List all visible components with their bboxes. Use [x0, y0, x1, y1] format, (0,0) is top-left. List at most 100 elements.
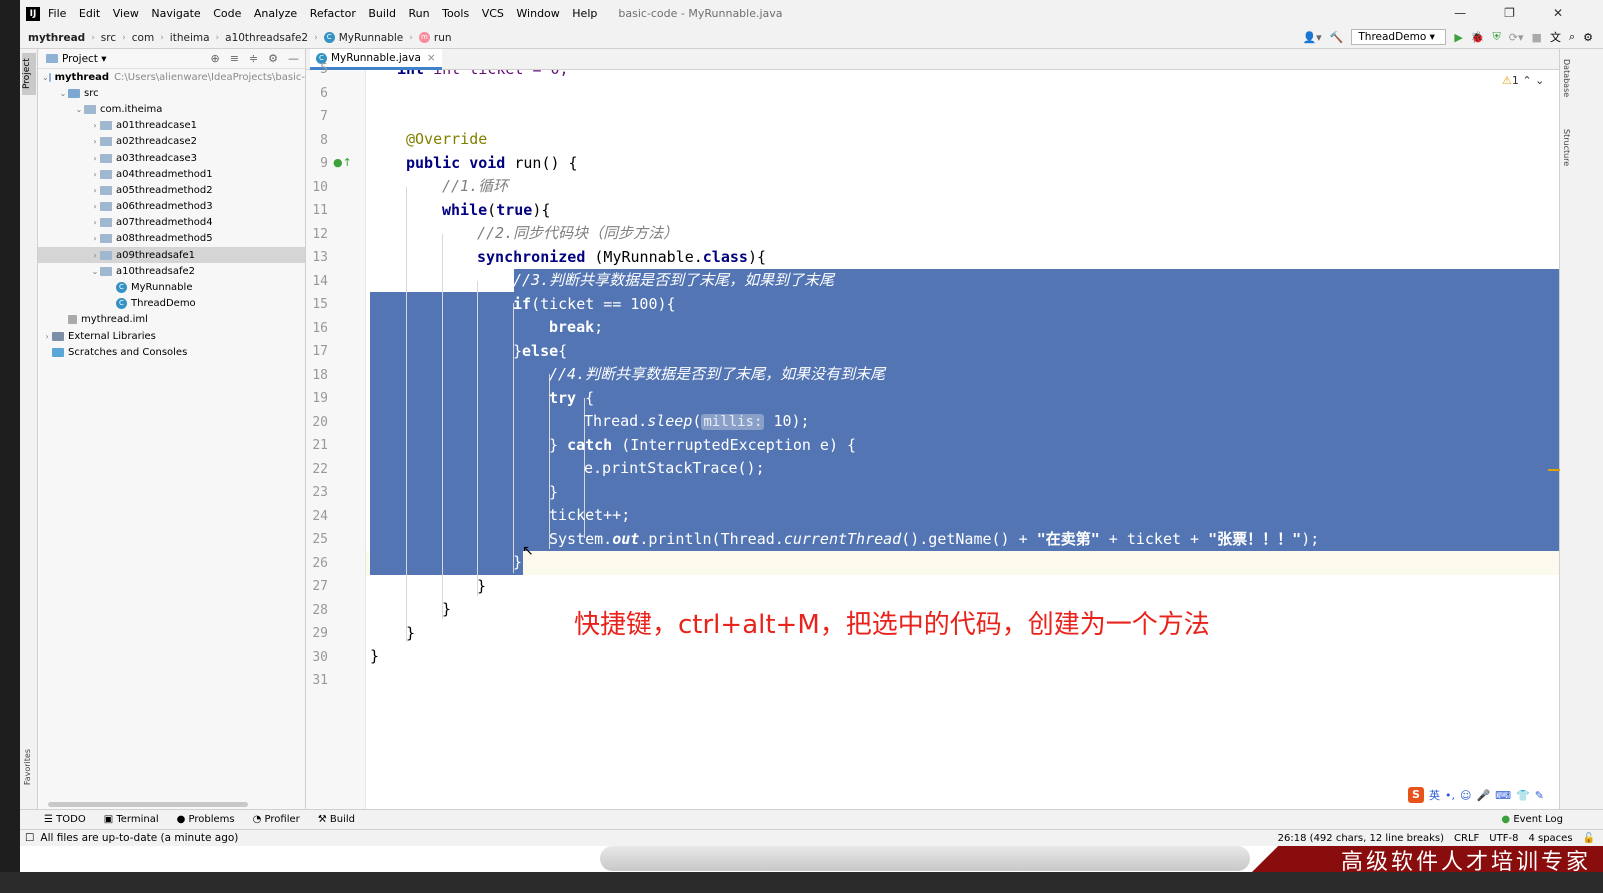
terminal-tool-button[interactable]: ▣ Terminal [104, 814, 159, 825]
tree-item[interactable]: › a05threadmethod2 [38, 182, 305, 198]
gear-icon[interactable]: ⚙ [1583, 31, 1593, 44]
menu-analyze[interactable]: Analyze [254, 7, 297, 20]
breadcrumb-a10threadsafe2[interactable]: a10threadsafe2 [225, 32, 308, 44]
tab-myrunnable-java[interactable]: C MyRunnable.java × [310, 49, 442, 70]
menu-vcs[interactable]: VCS [482, 7, 504, 20]
hide-panel-icon[interactable]: — [288, 52, 299, 65]
breadcrumb-run[interactable]: run [434, 32, 452, 44]
tree-item[interactable]: › a03threadcase3 [38, 150, 305, 166]
warning-indicator[interactable]: ⚠1 ⌃ ⌄ [1502, 74, 1544, 87]
ime-language-toggle[interactable]: 英 [1429, 787, 1440, 803]
event-log-button[interactable]: ● Event Log [1501, 814, 1563, 825]
file-encoding[interactable]: UTF-8 [1489, 833, 1518, 844]
breadcrumb-itheima[interactable]: itheima [170, 32, 210, 44]
chevron-right-icon[interactable]: › [90, 137, 100, 146]
breadcrumb-myrunnable[interactable]: MyRunnable [339, 32, 404, 44]
line-separator[interactable]: CRLF [1454, 833, 1479, 844]
chevron-right-icon[interactable]: › [90, 121, 100, 130]
keyboard-icon[interactable]: ⌨ [1495, 789, 1511, 802]
close-tab-icon[interactable]: × [427, 52, 436, 64]
chevron-down-icon[interactable]: ⌄ [58, 89, 68, 98]
menu-edit[interactable]: Edit [79, 7, 100, 20]
run-config-select[interactable]: ThreadDemo ▾ [1351, 29, 1447, 45]
coverage-icon[interactable]: ⛨ [1493, 30, 1501, 44]
todo-tool-button[interactable]: ☰ TODO [44, 814, 86, 825]
override-method-icon[interactable]: ●↑ [333, 156, 352, 169]
maximize-button[interactable]: ❐ [1504, 6, 1515, 20]
lock-icon[interactable]: 🔓 [1583, 833, 1595, 844]
project-view-select[interactable]: Project ▾ [62, 53, 107, 65]
translate-icon[interactable]: 文 [1550, 29, 1561, 45]
user-icon[interactable]: 👤▾ [1302, 31, 1321, 44]
build-hammer-icon[interactable]: 🔨 [1330, 31, 1344, 44]
chevron-right-icon[interactable]: › [90, 251, 100, 260]
tree-item[interactable]: › a06threadmethod3 [38, 199, 305, 215]
build-tool-button[interactable]: ⚒ Build [318, 814, 355, 825]
tree-item[interactable]: ⌄ a10threadsafe2 [38, 263, 305, 279]
structure-tool-tab[interactable]: Structure [1562, 129, 1571, 166]
stop-icon[interactable]: ■ [1532, 31, 1542, 44]
locate-icon[interactable]: ⊕ [210, 52, 219, 65]
tree-item[interactable]: Scratches and Consoles [38, 344, 305, 360]
tree-item[interactable]: › a08threadmethod5 [38, 231, 305, 247]
tree-item[interactable]: ⌄ mythread C:\Users\alienware\IdeaProjects… [38, 69, 305, 85]
skin-icon[interactable]: 👕 [1516, 789, 1530, 802]
problems-tool-button[interactable]: ● Problems [177, 814, 235, 825]
chevron-down-icon[interactable]: ⌄ [74, 105, 84, 114]
minimize-button[interactable]: — [1454, 6, 1466, 20]
tree-item[interactable]: › a09threadsafe1 [38, 247, 305, 264]
breadcrumb-mythread[interactable]: mythread [28, 32, 85, 44]
tree-item[interactable]: › a07threadmethod4 [38, 215, 305, 231]
search-icon[interactable]: ⌕ [1569, 30, 1575, 44]
tree-item[interactable]: › External Libraries [38, 328, 305, 344]
tree-item[interactable]: C ThreadDemo [38, 296, 305, 312]
tree-item[interactable]: ⌄ com.itheima [38, 101, 305, 117]
tree-item[interactable]: mythread.iml [38, 312, 305, 328]
chevron-right-icon[interactable]: › [90, 234, 100, 243]
chevron-right-icon[interactable]: › [90, 202, 100, 211]
menu-tools[interactable]: Tools [442, 7, 469, 20]
menu-code[interactable]: Code [213, 7, 241, 20]
sogou-logo-icon[interactable]: S [1408, 787, 1424, 803]
settings-gear-icon[interactable]: ⚙ [268, 52, 278, 65]
tree-item[interactable]: ⌄ src [38, 85, 305, 101]
chevron-down-icon[interactable]: ⌄ [42, 73, 49, 82]
favorites-tool-tab[interactable]: Favorites [23, 749, 32, 785]
run-icon[interactable]: ▶ [1454, 31, 1462, 44]
toolbox-icon[interactable]: ✎ [1535, 789, 1544, 802]
menu-window[interactable]: Window [516, 7, 559, 20]
code-editor[interactable]: int int ticket = 0; @Override public voi… [366, 70, 1603, 809]
menu-navigate[interactable]: Navigate [151, 7, 200, 20]
caret-position[interactable]: 26:18 (492 chars, 12 line breaks) [1278, 833, 1444, 844]
chevron-right-icon[interactable]: › [90, 170, 100, 179]
status-checkbox-icon[interactable]: ☐ [25, 832, 34, 844]
menu-run[interactable]: Run [409, 7, 430, 20]
warning-marker[interactable] [1548, 469, 1560, 471]
horizontal-scrollbar[interactable] [48, 802, 248, 807]
breadcrumb-com[interactable]: com [132, 32, 154, 44]
chevron-right-icon[interactable]: › [42, 332, 52, 341]
emoji-icon[interactable]: ☺ [1460, 789, 1471, 802]
project-tool-tab[interactable]: Project [22, 53, 36, 95]
profile-icon[interactable]: ⟳▾ [1509, 31, 1524, 44]
close-button[interactable]: ✕ [1553, 6, 1563, 20]
chevron-right-icon[interactable]: › [90, 154, 100, 163]
menu-file[interactable]: File [48, 7, 66, 20]
tree-item[interactable]: › a04threadmethod1 [38, 166, 305, 182]
menu-build[interactable]: Build [368, 7, 396, 20]
collapse-all-icon[interactable]: ≑ [249, 52, 258, 65]
menu-refactor[interactable]: Refactor [310, 7, 356, 20]
database-tool-tab[interactable]: Database [1562, 59, 1571, 97]
debug-icon[interactable]: 🐞 [1471, 31, 1485, 44]
expand-all-icon[interactable]: ≡ [230, 52, 239, 65]
indent-setting[interactable]: 4 spaces [1528, 833, 1572, 844]
tree-item[interactable]: › a01threadcase1 [38, 118, 305, 134]
menu-view[interactable]: View [113, 7, 139, 20]
breadcrumb-src[interactable]: src [101, 32, 116, 44]
profiler-tool-button[interactable]: ◔ Profiler [253, 814, 300, 825]
menu-help[interactable]: Help [572, 7, 597, 20]
chevron-right-icon[interactable]: › [90, 218, 100, 227]
tree-item[interactable]: C MyRunnable [38, 279, 305, 295]
punctuation-icon[interactable]: •, [1445, 789, 1455, 802]
mic-icon[interactable]: 🎤 [1476, 789, 1490, 802]
